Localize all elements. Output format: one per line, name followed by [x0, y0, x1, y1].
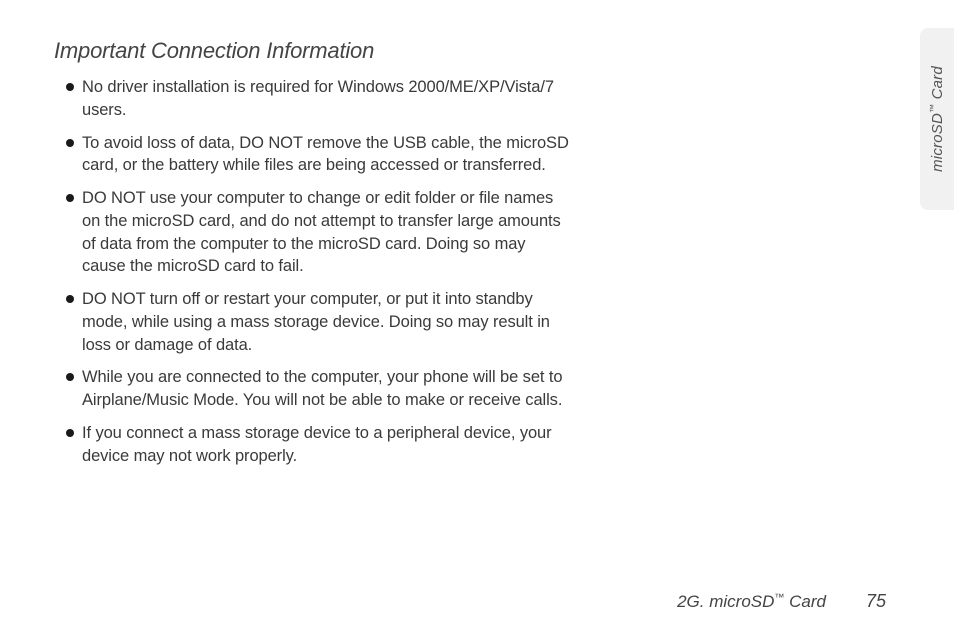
footer-section-label: 2G. microSD™ Card [677, 592, 826, 612]
side-tab-suffix: Card [929, 66, 946, 104]
side-tab-prefix: microSD [929, 113, 946, 172]
list-item: DO NOT turn off or restart your computer… [68, 288, 572, 356]
side-tab-tm: ™ [928, 104, 938, 113]
section-heading: Important Connection Information [54, 38, 572, 64]
footer-page-number: 75 [866, 591, 886, 612]
page-footer: 2G. microSD™ Card 75 [677, 591, 886, 612]
list-item: DO NOT use your computer to change or ed… [68, 187, 572, 278]
footer-section-suffix: Card [784, 592, 826, 611]
page-content: Important Connection Information No driv… [0, 0, 620, 467]
side-tab-label: microSD™ Card [928, 66, 946, 172]
footer-section-prefix: 2G. microSD [677, 592, 774, 611]
bullet-list: No driver installation is required for W… [54, 76, 572, 467]
side-tab: microSD™ Card [920, 28, 954, 210]
list-item: While you are connected to the computer,… [68, 366, 572, 412]
footer-section-tm: ™ [774, 592, 784, 603]
list-item: No driver installation is required for W… [68, 76, 572, 122]
list-item: If you connect a mass storage device to … [68, 422, 572, 468]
list-item: To avoid loss of data, DO NOT remove the… [68, 132, 572, 178]
